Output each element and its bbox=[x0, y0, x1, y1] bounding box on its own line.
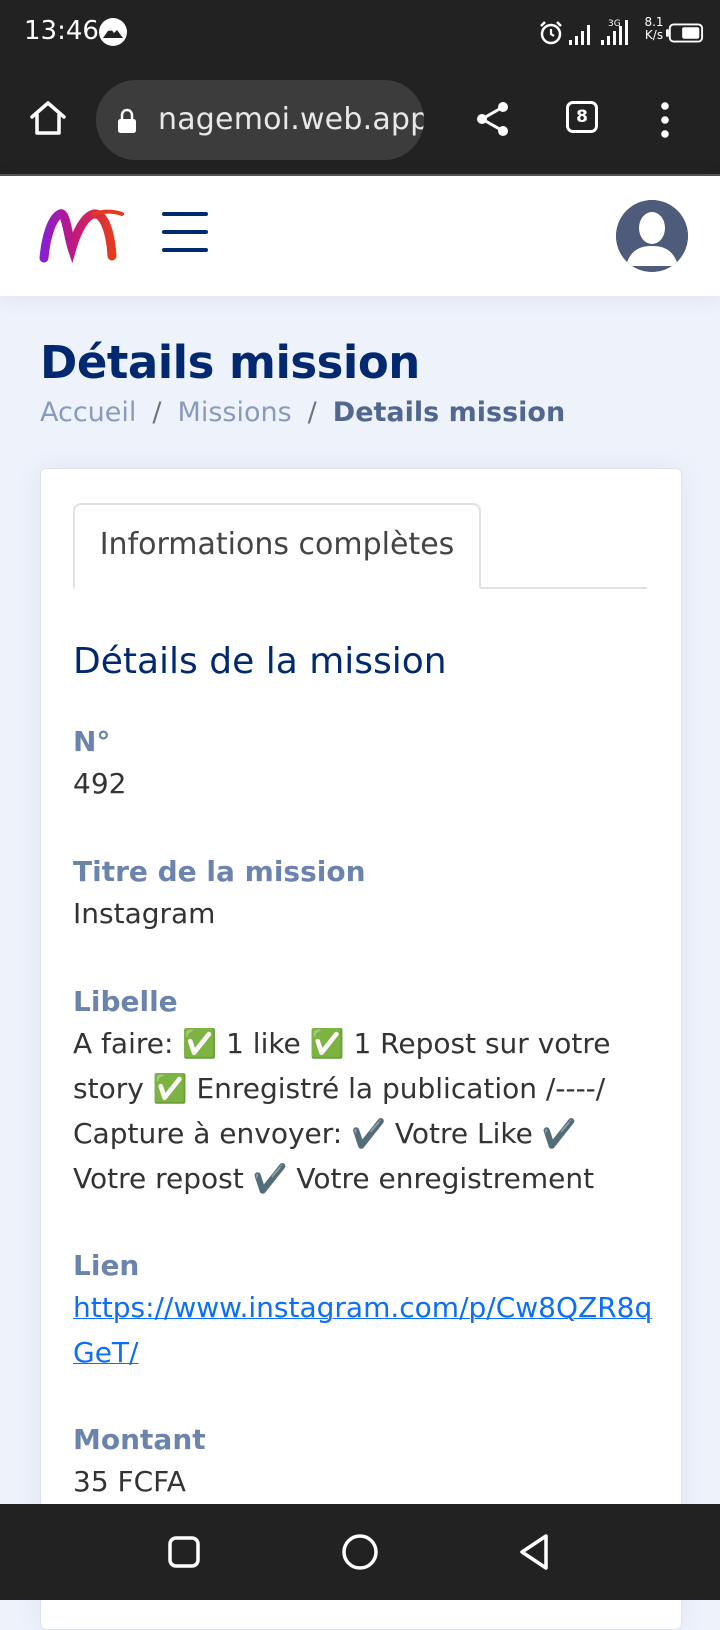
mountain-notif-icon bbox=[99, 18, 127, 46]
site-header bbox=[0, 176, 720, 296]
share-icon[interactable] bbox=[474, 100, 512, 138]
tab-informations-completes[interactable]: Informations complètes bbox=[73, 503, 481, 589]
browser-toolbar: nagemoi.web.app 8 bbox=[0, 66, 720, 176]
field-value-numero: 492 bbox=[73, 767, 127, 800]
field-label-lien: Lien bbox=[73, 1249, 140, 1282]
field-value-libelle: A faire: ✅ 1 like ✅ 1 Repost sur votre s… bbox=[73, 1027, 611, 1195]
mission-details-card: Informations complètes Détails de la mis… bbox=[40, 468, 682, 1630]
breadcrumb-item-current: Details mission bbox=[332, 397, 566, 428]
home-circle-icon[interactable] bbox=[338, 1530, 382, 1574]
tab-label: Informations complètes bbox=[99, 527, 455, 562]
breadcrumb-item-accueil[interactable]: Accueil bbox=[40, 397, 136, 428]
field-value-lien: https://www.instagram.com/p/Cw8QZR8qGeT/ bbox=[73, 1285, 653, 1375]
page-title: Détails mission bbox=[40, 336, 420, 389]
field-value-titre: Instagram bbox=[73, 897, 216, 930]
signal-icon bbox=[569, 25, 590, 45]
more-vert-icon[interactable] bbox=[652, 100, 678, 140]
signal-3g-icon: 3G bbox=[601, 19, 628, 45]
battery-icon bbox=[666, 23, 704, 43]
recents-square-icon[interactable] bbox=[162, 1530, 206, 1574]
avatar-person-icon bbox=[616, 200, 688, 272]
breadcrumb-separator: / bbox=[152, 397, 162, 428]
url-text[interactable]: nagemoi.web.app bbox=[158, 102, 424, 137]
section-title: Détails de la mission bbox=[73, 641, 447, 682]
net-speed-unit: K/s bbox=[644, 28, 664, 42]
home-icon[interactable] bbox=[28, 98, 68, 138]
breadcrumb: Accueil / Missions / Details mission bbox=[40, 397, 565, 428]
back-triangle-icon[interactable] bbox=[514, 1530, 558, 1574]
net-speed: 8.1 K/s bbox=[640, 16, 668, 42]
status-icons: 3G 8.1 K/s bbox=[538, 16, 704, 50]
mission-link[interactable]: https://www.instagram.com/p/Cw8QZR8qGeT/ bbox=[73, 1291, 652, 1369]
alarm-icon bbox=[540, 21, 562, 45]
field-value-montant: 35 FCFA bbox=[73, 1465, 186, 1498]
lock-icon bbox=[118, 108, 136, 133]
status-bar: 13:46 3G 8.1 K/s bbox=[0, 0, 720, 66]
breadcrumb-separator: / bbox=[307, 397, 317, 428]
status-time: 13:46 bbox=[24, 16, 99, 46]
user-avatar[interactable] bbox=[616, 200, 688, 272]
hamburger-icon[interactable] bbox=[162, 212, 210, 252]
field-label-montant: Montant bbox=[73, 1423, 206, 1456]
breadcrumb-item-missions[interactable]: Missions bbox=[178, 397, 292, 428]
svg-text:3G: 3G bbox=[608, 19, 621, 29]
logo[interactable] bbox=[38, 206, 124, 266]
url-bar[interactable]: nagemoi.web.app bbox=[96, 80, 424, 160]
field-label-numero: N° bbox=[73, 725, 111, 758]
system-nav-bar bbox=[0, 1504, 720, 1600]
tabs-button[interactable]: 8 bbox=[566, 101, 598, 133]
field-label-libelle: Libelle bbox=[73, 985, 178, 1018]
field-label-titre: Titre de la mission bbox=[73, 855, 366, 888]
